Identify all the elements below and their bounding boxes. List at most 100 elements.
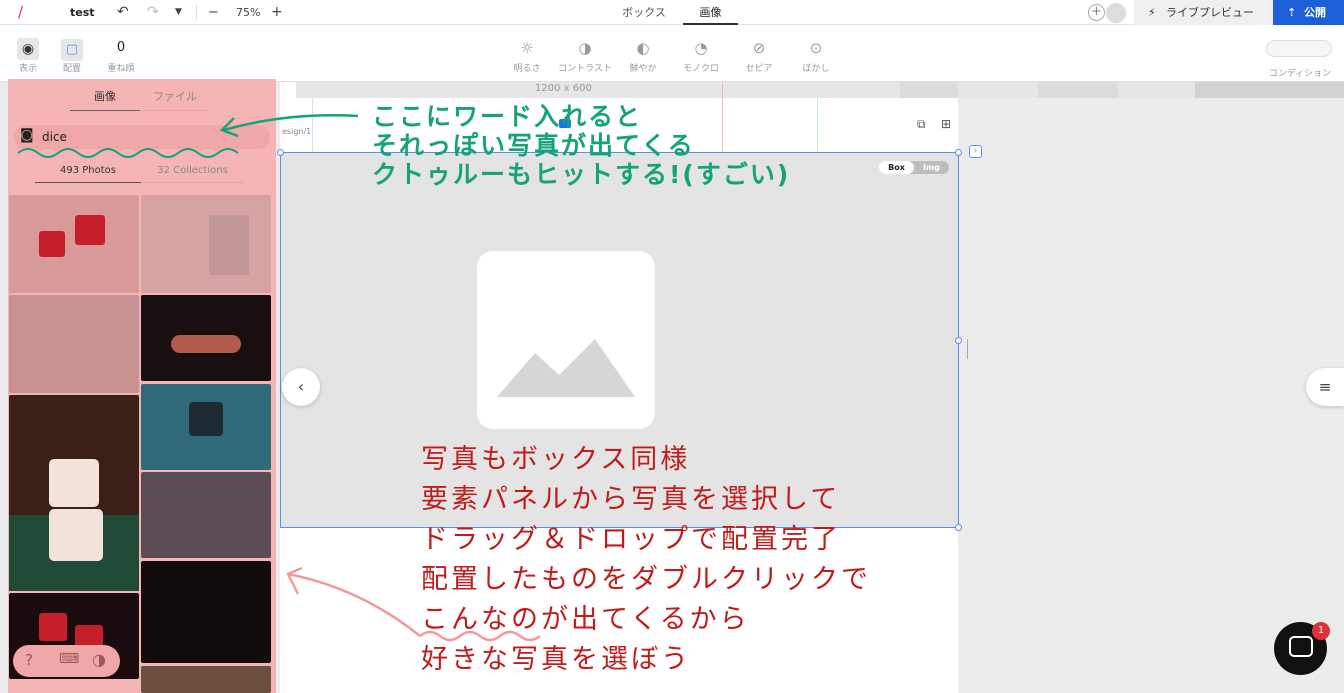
add-page-icon[interactable]: ⊞ <box>941 117 951 131</box>
keyboard-icon[interactable]: ⌨ <box>59 651 79 667</box>
annotation-green: ここにワード入れると それっぽい写真が出てくる クトゥルーもヒットする!(すごい… <box>372 102 790 189</box>
top-bar: / test ↶ ↷ ▼ − 75% + ボックス 画像 + ⚡ ライブプレビュ… <box>0 0 1344 25</box>
photo-thumbnail[interactable] <box>9 195 139 293</box>
panel-footer-controls: ? ⌨ ◑ <box>13 645 120 677</box>
resize-handle[interactable] <box>277 149 284 156</box>
dice-letters <box>209 215 249 275</box>
menu-icon[interactable]: ≡ <box>1306 368 1344 406</box>
photo-thumbnail[interactable] <box>9 395 139 591</box>
resize-handle[interactable] <box>955 524 962 531</box>
live-preview-button[interactable]: ⚡ ライブプレビュー <box>1134 0 1273 25</box>
chevron-down-icon[interactable]: ▼ <box>175 0 182 25</box>
divider <box>196 5 197 20</box>
condition-label: コンディション <box>1268 69 1332 79</box>
lightning-icon: ⚡ <box>1148 6 1156 19</box>
hand <box>171 335 241 353</box>
monochrome-tool[interactable]: ◔ モノクロ <box>673 35 729 74</box>
chat-icon <box>1289 636 1313 657</box>
upload-icon: ⇡ <box>1287 6 1297 19</box>
annotation-arrow-green <box>219 114 359 138</box>
tab-box[interactable]: ボックス <box>612 0 676 25</box>
monochrome-icon: ◔ <box>694 39 708 57</box>
contrast-icon: ◑ <box>578 39 592 57</box>
brightness-tool[interactable]: ☼ 明るさ <box>499 35 555 74</box>
resize-handle[interactable] <box>955 149 962 156</box>
project-name[interactable]: test <box>70 0 95 25</box>
ruler: 1200 x 600 <box>280 82 1344 98</box>
dice-dark <box>189 402 223 436</box>
copy-icon[interactable]: ⧉ <box>917 117 926 132</box>
photo-thumbnail[interactable] <box>141 561 271 663</box>
saturation-icon: ◐ <box>636 39 650 57</box>
theme-icon[interactable]: ◑ <box>92 650 106 669</box>
search-input[interactable]: dice <box>42 130 67 144</box>
tab-collections[interactable]: 32 Collections <box>141 165 244 183</box>
z-order-value: 0 <box>116 40 126 55</box>
sepia-icon: ⊘ <box>752 39 766 57</box>
add-collaborator-icon[interactable]: + <box>1088 4 1105 21</box>
dice-red <box>39 613 67 641</box>
annotation-line: ドラッグ＆ドロップで配置完了 <box>421 524 841 555</box>
annotation-line: それっぽい写真が出てくる <box>372 131 695 160</box>
image-toolbar: ◉ 表示 ▢ 配置 0 重ね順 ☼ 明るさ ◑ コントラスト ◐ 鮮やか ◔ モ… <box>0 25 1344 82</box>
publish-button[interactable]: ⇡ 公開 <box>1273 0 1344 25</box>
saturation-tool[interactable]: ◐ 鮮やか <box>615 35 671 74</box>
layout-icon: ▢ <box>44 35 100 61</box>
expand-icon[interactable]: › <box>969 145 982 158</box>
annotation-line: 写真もボックス同様 <box>421 444 691 475</box>
tab-images[interactable]: 画像 <box>70 88 140 111</box>
tool-label: 鮮やか <box>629 64 657 74</box>
photo-thumbnail[interactable] <box>9 295 139 393</box>
ruler-segment <box>1195 82 1344 98</box>
photo-thumbnail[interactable] <box>141 384 271 470</box>
annotation-line: 好きな写真を選ぼう <box>421 644 691 675</box>
annotation-arrow-red <box>286 566 541 642</box>
tool-label: 重ね順 <box>107 64 135 74</box>
side-handle[interactable] <box>967 339 968 359</box>
chevron-left-icon[interactable]: ‹ <box>282 368 320 406</box>
sepia-tool[interactable]: ⊘ セピア <box>731 35 787 74</box>
blur-tool[interactable]: ⊙ ぼかし <box>788 35 844 74</box>
undo-icon[interactable]: ↶ <box>117 0 129 25</box>
condition-toggle[interactable] <box>1266 40 1332 57</box>
publish-label: 公開 <box>1304 6 1326 19</box>
arrange-tool[interactable]: ▢ 配置 <box>44 35 100 74</box>
annotation-wave <box>17 148 239 158</box>
box-img-toggle[interactable]: Box Img <box>879 161 949 174</box>
zoom-out-button[interactable]: − <box>208 0 219 25</box>
resize-handle[interactable] <box>955 337 962 344</box>
photo-thumbnail[interactable] <box>141 666 271 693</box>
tab-files[interactable]: ファイル <box>140 88 210 111</box>
canvas-size-label: 1200 x 600 <box>535 83 592 94</box>
photo-thumbnail[interactable] <box>141 472 271 558</box>
z-order-tool[interactable]: 0 重ね順 <box>93 35 149 74</box>
elements-panel: 画像 ファイル ◙ dice 493 Photos 32 Collections… <box>8 79 276 693</box>
ruler-segment <box>280 82 296 98</box>
toggle-img[interactable]: Img <box>914 161 949 174</box>
dice-red <box>39 231 65 257</box>
mountain-icon <box>497 339 635 397</box>
dice-white <box>49 459 99 507</box>
notification-badge: 1 <box>1312 622 1330 640</box>
live-preview-label: ライブプレビュー <box>1166 6 1254 19</box>
redo-icon[interactable]: ↷ <box>147 0 159 25</box>
tab-photos[interactable]: 493 Photos <box>35 165 141 183</box>
contrast-tool[interactable]: ◑ コントラスト <box>557 35 613 74</box>
ruler-segment <box>900 82 958 98</box>
avatar[interactable] <box>1106 3 1126 23</box>
tool-label: コントラスト <box>558 64 612 74</box>
photo-thumbnail[interactable] <box>141 195 271 293</box>
blur-icon: ⊙ <box>809 39 823 57</box>
dice-red <box>75 215 105 245</box>
tool-label: モノクロ <box>682 64 719 74</box>
logo-icon[interactable]: / <box>18 0 23 25</box>
help-icon[interactable]: ? <box>25 651 33 669</box>
sun-icon: ☼ <box>520 39 534 57</box>
tab-image[interactable]: 画像 <box>683 0 738 25</box>
ruler-segment <box>1038 82 1118 98</box>
zoom-in-button[interactable]: + <box>271 0 283 25</box>
image-placeholder-icon <box>477 251 655 429</box>
tool-label: セピア <box>745 64 773 74</box>
toggle-box[interactable]: Box <box>879 161 914 174</box>
photo-thumbnail[interactable] <box>141 295 271 381</box>
